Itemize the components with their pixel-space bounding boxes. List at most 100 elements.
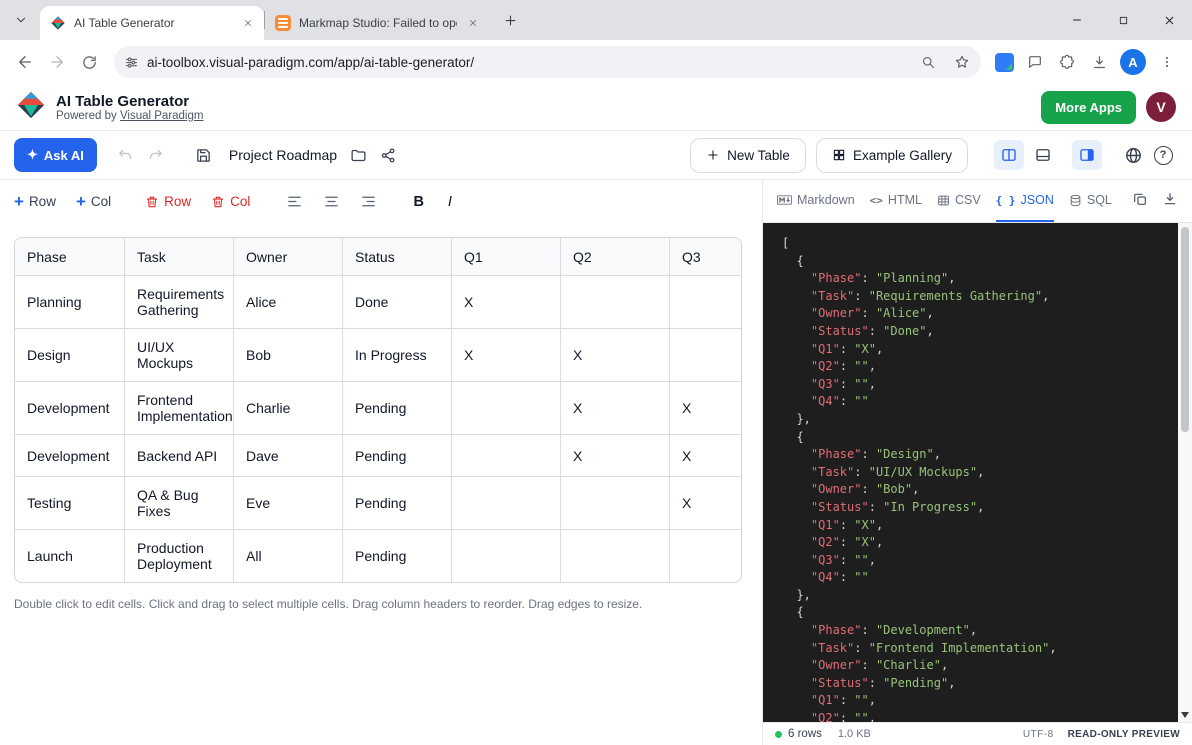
browser-tab-inactive[interactable]: Markmap Studio: Failed to open [265, 6, 489, 40]
bookmark-star-icon[interactable] [949, 49, 975, 75]
table-cell[interactable] [452, 382, 561, 435]
zoom-icon[interactable] [915, 49, 941, 75]
minimize-button[interactable] [1054, 0, 1100, 40]
table-cell[interactable]: QA & Bug Fixes [125, 477, 234, 530]
download-preview-icon[interactable] [1162, 191, 1178, 212]
table-cell[interactable]: X [670, 382, 743, 435]
table-header-cell[interactable]: Task [125, 238, 234, 276]
table-cell[interactable]: Backend API [125, 435, 234, 477]
table-cell[interactable]: Production Deployment [125, 530, 234, 583]
powered-by-link[interactable]: Visual Paradigm [120, 110, 204, 122]
scrollbar-down-arrow-icon[interactable] [1181, 712, 1189, 718]
tab-json[interactable]: { } JSON [996, 180, 1054, 222]
scrollbar-thumb[interactable] [1181, 227, 1189, 432]
extensions-puzzle-icon[interactable] [1052, 47, 1082, 77]
table-cell[interactable]: Launch [15, 530, 125, 583]
browser-profile-avatar[interactable]: A [1120, 49, 1146, 75]
table-cell[interactable]: Pending [343, 382, 452, 435]
browser-menu-icon[interactable] [1152, 47, 1182, 77]
table-cell[interactable] [561, 477, 670, 530]
scrollbar-track[interactable] [1178, 223, 1192, 722]
tab-html[interactable]: <> HTML [870, 180, 922, 222]
align-right-button[interactable] [360, 193, 377, 210]
site-info-icon[interactable] [124, 55, 139, 70]
share-icon[interactable] [373, 140, 403, 170]
download-icon[interactable] [1084, 47, 1114, 77]
table-header-cell[interactable]: Q2 [561, 238, 670, 276]
tab-csv[interactable]: CSV [937, 180, 981, 222]
add-col-button[interactable]: + Col [76, 194, 111, 209]
tab-list-chevron-icon[interactable] [8, 7, 34, 33]
table-cell[interactable]: Dave [234, 435, 343, 477]
add-row-button[interactable]: + Row [14, 194, 56, 209]
open-folder-icon[interactable] [343, 140, 373, 170]
table-cell[interactable] [561, 530, 670, 583]
align-left-button[interactable] [286, 193, 303, 210]
align-center-button[interactable] [323, 193, 340, 210]
table-cell[interactable] [670, 329, 743, 382]
table-cell[interactable]: Alice [234, 276, 343, 329]
user-avatar[interactable]: V [1146, 92, 1176, 122]
table-cell[interactable]: Pending [343, 530, 452, 583]
extension-badge-icon[interactable] [995, 53, 1014, 72]
maximize-button[interactable] [1100, 0, 1146, 40]
table-header-cell[interactable]: Owner [234, 238, 343, 276]
table-cell[interactable]: Development [15, 382, 125, 435]
table-cell[interactable]: Development [15, 435, 125, 477]
reload-icon[interactable] [74, 47, 104, 77]
browser-tab-active[interactable]: AI Table Generator [40, 6, 264, 40]
tab-close-icon[interactable] [240, 15, 256, 31]
table-cell[interactable]: X [561, 435, 670, 477]
table-cell[interactable]: In Progress [343, 329, 452, 382]
toggle-preview-panel-icon[interactable] [1072, 140, 1102, 170]
help-icon[interactable]: ? [1148, 140, 1178, 170]
table-cell[interactable]: Done [343, 276, 452, 329]
ask-ai-button[interactable]: ✦ Ask AI [14, 138, 97, 172]
table-cell[interactable]: X [561, 329, 670, 382]
tab-markdown[interactable]: Markdown [777, 180, 855, 222]
back-icon[interactable] [10, 47, 40, 77]
document-title[interactable]: Project Roadmap [229, 147, 337, 163]
url-bar[interactable]: ai-toolbox.visual-paradigm.com/app/ai-ta… [114, 46, 981, 78]
chat-icon[interactable] [1020, 47, 1050, 77]
new-tab-button[interactable] [497, 7, 523, 33]
table-cell[interactable] [452, 530, 561, 583]
table-cell[interactable]: Pending [343, 435, 452, 477]
table-cell[interactable] [670, 276, 743, 329]
table-cell[interactable]: Requirements Gathering [125, 276, 234, 329]
close-window-button[interactable] [1146, 0, 1192, 40]
table-cell[interactable]: Testing [15, 477, 125, 530]
forward-icon[interactable] [42, 47, 72, 77]
table-cell[interactable]: Charlie [234, 382, 343, 435]
table-header-cell[interactable]: Q3 [670, 238, 743, 276]
bold-button[interactable]: B [413, 194, 423, 210]
table-cell[interactable]: Design [15, 329, 125, 382]
table-cell[interactable]: All [234, 530, 343, 583]
table-cell[interactable] [670, 530, 743, 583]
table-cell[interactable]: X [561, 382, 670, 435]
table-header-cell[interactable]: Q1 [452, 238, 561, 276]
italic-button[interactable]: I [444, 194, 452, 210]
table-cell[interactable]: Bob [234, 329, 343, 382]
table-cell[interactable]: Frontend Implementation [125, 382, 234, 435]
table-cell[interactable]: X [670, 435, 743, 477]
tab-sql[interactable]: SQL [1069, 180, 1112, 222]
example-gallery-button[interactable]: Example Gallery [816, 138, 968, 173]
layout-bottom-panel-icon[interactable] [1028, 140, 1058, 170]
redo-icon[interactable] [141, 140, 171, 170]
table-cell[interactable]: Pending [343, 477, 452, 530]
table-cell[interactable]: Eve [234, 477, 343, 530]
delete-col-button[interactable]: Col [211, 194, 250, 209]
table-cell[interactable] [452, 435, 561, 477]
table-cell[interactable] [452, 477, 561, 530]
table-cell[interactable]: X [452, 276, 561, 329]
url-text[interactable]: ai-toolbox.visual-paradigm.com/app/ai-ta… [147, 55, 907, 70]
table-cell[interactable]: X [670, 477, 743, 530]
language-globe-icon[interactable] [1118, 140, 1148, 170]
table-cell[interactable]: Planning [15, 276, 125, 329]
tab-close-icon[interactable] [465, 15, 481, 31]
table-header-cell[interactable]: Status [343, 238, 452, 276]
undo-icon[interactable] [111, 140, 141, 170]
table-cell[interactable]: UI/UX Mockups [125, 329, 234, 382]
layout-split-view-icon[interactable] [994, 140, 1024, 170]
